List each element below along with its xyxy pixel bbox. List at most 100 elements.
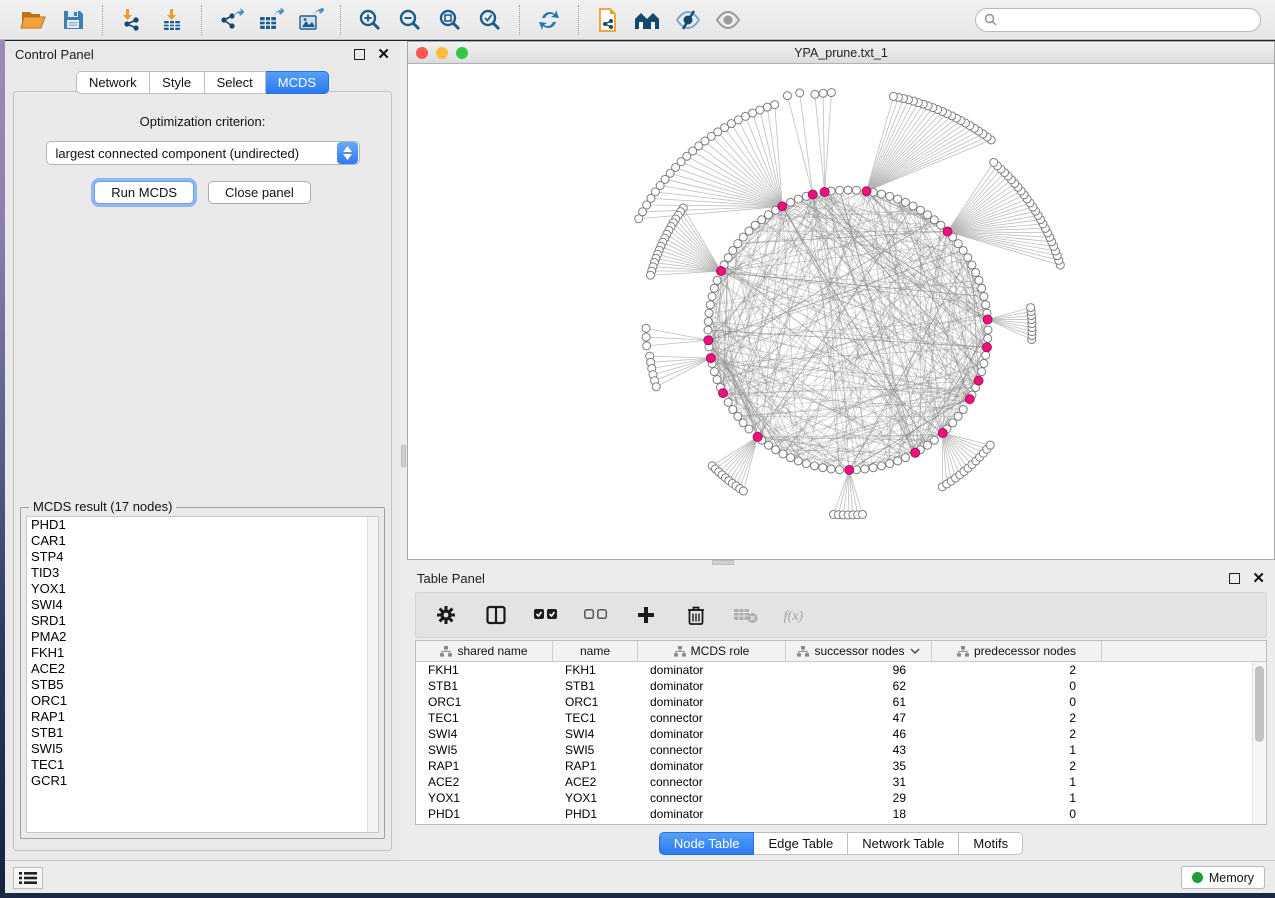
network-node[interactable] (642, 333, 650, 341)
zoom-fit-icon[interactable] (433, 4, 467, 36)
vertical-splitter[interactable] (400, 41, 407, 860)
open-file-icon[interactable] (16, 4, 50, 36)
network-node[interactable] (916, 206, 924, 214)
deselect-all-icon[interactable] (582, 599, 610, 631)
network-node[interactable] (978, 284, 986, 292)
network-node[interactable] (990, 158, 998, 166)
network-node[interactable] (937, 221, 945, 229)
network-node[interactable] (734, 240, 742, 248)
network-node[interactable] (794, 457, 802, 465)
network-window-titlebar[interactable]: YPA_prune.txt_1 (408, 42, 1274, 64)
network-node[interactable] (713, 276, 721, 284)
network-node[interactable] (706, 301, 714, 309)
mcds-hub-node[interactable] (983, 315, 992, 324)
close-panel-button[interactable]: Close panel (208, 181, 311, 204)
network-node[interactable] (982, 301, 990, 309)
mcds-result-item[interactable]: TEC1 (27, 757, 378, 773)
mcds-hub-node[interactable] (862, 187, 871, 196)
mcds-result-list[interactable]: PHD1CAR1STP4TID3YOX1SWI4SRD1PMA2FKH1ACE2… (26, 516, 379, 833)
network-node[interactable] (909, 202, 917, 210)
network-node[interactable] (984, 326, 992, 334)
network-node[interactable] (758, 216, 766, 224)
network-node[interactable] (772, 446, 780, 454)
network-node[interactable] (986, 441, 994, 449)
network-node[interactable] (734, 412, 742, 420)
zoom-selected-icon[interactable] (473, 4, 507, 36)
network-node[interactable] (930, 436, 938, 444)
delete-column-icon[interactable] (682, 599, 710, 631)
network-node[interactable] (901, 454, 909, 462)
mcds-result-item[interactable]: STB5 (27, 677, 378, 693)
mcds-result-item[interactable]: PHD1 (27, 517, 378, 533)
table-row[interactable]: FKH1FKH1dominator962 (416, 662, 1252, 678)
tab-node-table[interactable]: Node Table (659, 832, 755, 855)
table-row[interactable]: PHD1PHD1dominator180 (416, 806, 1252, 822)
mcds-result-item[interactable]: TID3 (27, 565, 378, 581)
network-node[interactable] (704, 326, 712, 334)
column-header-name[interactable]: name (553, 641, 638, 661)
column-header-MCDS-role[interactable]: MCDS role (638, 641, 786, 661)
first-neighbors-icon[interactable] (631, 4, 665, 36)
table-row[interactable]: ACE2ACE2connector311 (416, 774, 1252, 790)
network-node[interactable] (869, 464, 877, 472)
network-node[interactable] (968, 261, 976, 269)
tab-edge-table[interactable]: Edge Table (754, 832, 848, 855)
network-node[interactable] (724, 398, 732, 406)
network-node[interactable] (972, 269, 980, 277)
network-node[interactable] (844, 186, 852, 194)
network-node[interactable] (964, 254, 972, 262)
network-node[interactable] (802, 460, 810, 468)
network-node[interactable] (739, 419, 747, 427)
network-node[interactable] (836, 186, 844, 194)
show-all-icon[interactable] (711, 4, 745, 36)
add-column-icon[interactable] (632, 599, 660, 631)
column-header-shared-name[interactable]: shared name (416, 641, 553, 661)
network-node[interactable] (959, 246, 967, 254)
export-network-icon[interactable] (214, 4, 248, 36)
network-node[interactable] (878, 462, 886, 470)
network-node[interactable] (783, 92, 791, 100)
network-node[interactable] (819, 89, 827, 97)
gear-icon[interactable] (432, 599, 460, 631)
table-row[interactable]: SWI5SWI5connector431 (416, 742, 1252, 758)
network-node[interactable] (975, 276, 983, 284)
network-node[interactable] (859, 510, 867, 518)
memory-button[interactable]: Memory (1181, 866, 1265, 889)
tab-motifs[interactable]: Motifs (959, 832, 1023, 855)
network-node[interactable] (739, 487, 747, 495)
import-network-icon[interactable] (115, 4, 149, 36)
mcds-hub-node[interactable] (965, 395, 974, 404)
search-input[interactable] (997, 13, 1252, 27)
mcds-result-item[interactable]: STB1 (27, 725, 378, 741)
network-node[interactable] (1027, 304, 1035, 312)
import-table-icon[interactable] (155, 4, 189, 36)
search-box[interactable] (975, 8, 1261, 32)
network-node[interactable] (771, 101, 779, 109)
network-node[interactable] (642, 324, 650, 332)
network-node[interactable] (924, 441, 932, 449)
network-node[interactable] (729, 406, 737, 414)
network-node[interactable] (954, 240, 962, 248)
mcds-hub-node[interactable] (719, 389, 728, 398)
network-node[interactable] (901, 198, 909, 206)
table-row[interactable]: STB1STB1dominator620 (416, 678, 1252, 694)
select-all-icon[interactable] (532, 599, 560, 631)
table-row[interactable]: RAP1RAP1dominator352 (416, 758, 1252, 774)
network-node[interactable] (827, 465, 835, 473)
table-row[interactable]: TEC1TEC1connector472 (416, 710, 1252, 726)
mcds-hub-node[interactable] (778, 202, 787, 211)
network-node[interactable] (959, 406, 967, 414)
table-scrollbar-thumb[interactable] (1255, 666, 1264, 742)
network-node[interactable] (886, 460, 894, 468)
mcds-result-item[interactable]: YOX1 (27, 581, 378, 597)
network-node[interactable] (984, 334, 992, 342)
network-node[interactable] (739, 233, 747, 241)
mcds-hub-node[interactable] (911, 448, 920, 457)
network-node[interactable] (894, 457, 902, 465)
mcds-result-item[interactable]: ORC1 (27, 693, 378, 709)
network-canvas[interactable] (408, 64, 1274, 559)
table-row[interactable]: YOX1YOX1connector291 (416, 790, 1252, 806)
close-panel-icon[interactable]: ✕ (377, 49, 390, 60)
mcds-result-item[interactable]: SWI4 (27, 597, 378, 613)
network-node[interactable] (704, 318, 712, 326)
